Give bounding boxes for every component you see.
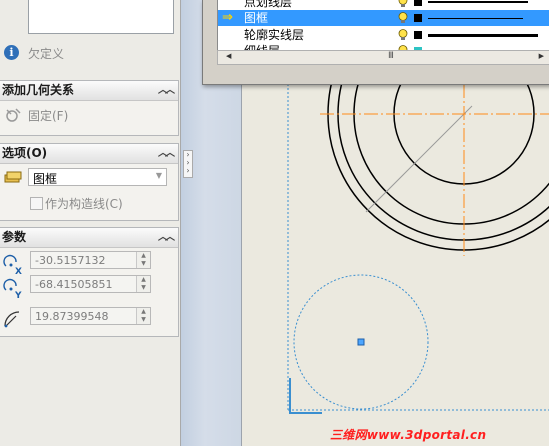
center-y-value: -68.41505851: [35, 278, 113, 291]
fix-relation-label: 固定(F): [28, 109, 69, 123]
layer-select-value: 图框: [33, 172, 58, 186]
layer-list[interactable]: 点划线层 ⇒ 图框 轮廓实线层 细线层: [217, 0, 549, 51]
selection-list-box[interactable]: [28, 0, 174, 34]
layer-row[interactable]: ⇒ 图框: [218, 10, 549, 26]
center-x-spinner[interactable]: ▲ ▼: [136, 252, 150, 268]
parameters-title: 参数: [2, 230, 27, 244]
layer-color-swatch[interactable]: [414, 0, 422, 6]
property-manager: i 欠定义 添加几何关系 ︿︿ 固定(F) 选项(O) ︿︿ 图框 ▼ 作为构造…: [0, 0, 181, 446]
layer-linetype-sample[interactable]: [428, 1, 528, 3]
scroll-thumb-grip[interactable]: III: [388, 51, 394, 61]
radius-value: 19.87399548: [35, 310, 109, 323]
horizontal-scrollbar[interactable]: ◀ III ▶: [217, 50, 549, 65]
add-relations-header[interactable]: 添加几何关系 ︿︿: [0, 81, 178, 101]
info-icon: i: [4, 45, 19, 60]
collapse-chevron-icon[interactable]: ︿︿: [158, 228, 175, 247]
collapse-chevron-icon[interactable]: ︿︿: [158, 81, 175, 100]
add-relations-title: 添加几何关系: [2, 83, 75, 97]
center-y-icon: Y: [2, 278, 24, 303]
layer-name: 图框: [244, 11, 269, 25]
radius-field[interactable]: 19.87399548 ▲ ▼: [30, 307, 151, 325]
options-header[interactable]: 选项(O) ︿︿: [0, 144, 178, 164]
circle-center-handle: [357, 338, 365, 346]
layer-icon: [4, 170, 22, 187]
parameters-header[interactable]: 参数 ︿︿: [0, 228, 178, 248]
collapse-chevron-icon[interactable]: ︿︿: [158, 144, 175, 163]
center-y-spinner[interactable]: ▲ ▼: [136, 276, 150, 292]
layer-color-swatch[interactable]: [414, 14, 422, 22]
radius-icon: [2, 308, 24, 333]
center-y-field[interactable]: -68.41505851 ▲ ▼: [30, 275, 151, 293]
layer-color-swatch[interactable]: [414, 31, 422, 39]
site-watermark: 三维网www.3dportal.cn: [330, 428, 487, 442]
options-title: 选项(O): [2, 146, 48, 160]
layer-row[interactable]: 轮廓实线层: [218, 27, 549, 43]
layer-row[interactable]: 点划线层: [218, 0, 549, 10]
fix-relation-icon: [4, 107, 22, 126]
construction-diagonal: [365, 105, 473, 213]
layer-linetype-sample[interactable]: [428, 34, 538, 37]
center-x-field[interactable]: -30.5157132 ▲ ▼: [30, 251, 151, 269]
layer-dialog: 点划线层 ⇒ 图框 轮廓实线层 细线层 ◀ III ▶: [202, 0, 549, 85]
layer-visibility-bulb-icon[interactable]: [398, 0, 408, 7]
construction-checkbox[interactable]: [30, 197, 43, 210]
parameters-group: 参数 ︿︿ X -30.5157132 ▲ ▼ Y -68.41505851 ▲ ▼…: [0, 227, 179, 337]
current-layer-arrow-icon: ⇒: [222, 10, 233, 25]
center-x-value: -30.5157132: [35, 254, 106, 267]
chevron-down-icon: ▼: [155, 171, 162, 180]
layer-name: 轮廓实线层: [244, 28, 305, 42]
scroll-left-arrow-icon[interactable]: ◀: [226, 52, 231, 60]
layer-visibility-bulb-icon[interactable]: [398, 12, 408, 23]
add-relations-group: 添加几何关系 ︿︿ 固定(F): [0, 80, 179, 136]
svg-text:Y: Y: [14, 291, 22, 300]
radius-spinner[interactable]: ▲ ▼: [136, 308, 150, 324]
undefined-status-text: 欠定义: [28, 47, 65, 61]
layer-select[interactable]: 图框 ▼: [28, 168, 167, 186]
layer-linetype-sample[interactable]: [428, 18, 523, 19]
splitter-handle[interactable]: › › ›: [183, 150, 193, 178]
construction-label: 作为构造线(C): [45, 197, 123, 211]
options-group: 选项(O) ︿︿ 图框 ▼ 作为构造线(C): [0, 143, 179, 221]
layer-name: 点划线层: [244, 0, 293, 9]
layer-visibility-bulb-icon[interactable]: [398, 29, 408, 40]
scroll-right-arrow-icon[interactable]: ▶: [539, 52, 544, 60]
center-x-icon: X: [2, 254, 24, 279]
svg-text:X: X: [15, 267, 22, 276]
